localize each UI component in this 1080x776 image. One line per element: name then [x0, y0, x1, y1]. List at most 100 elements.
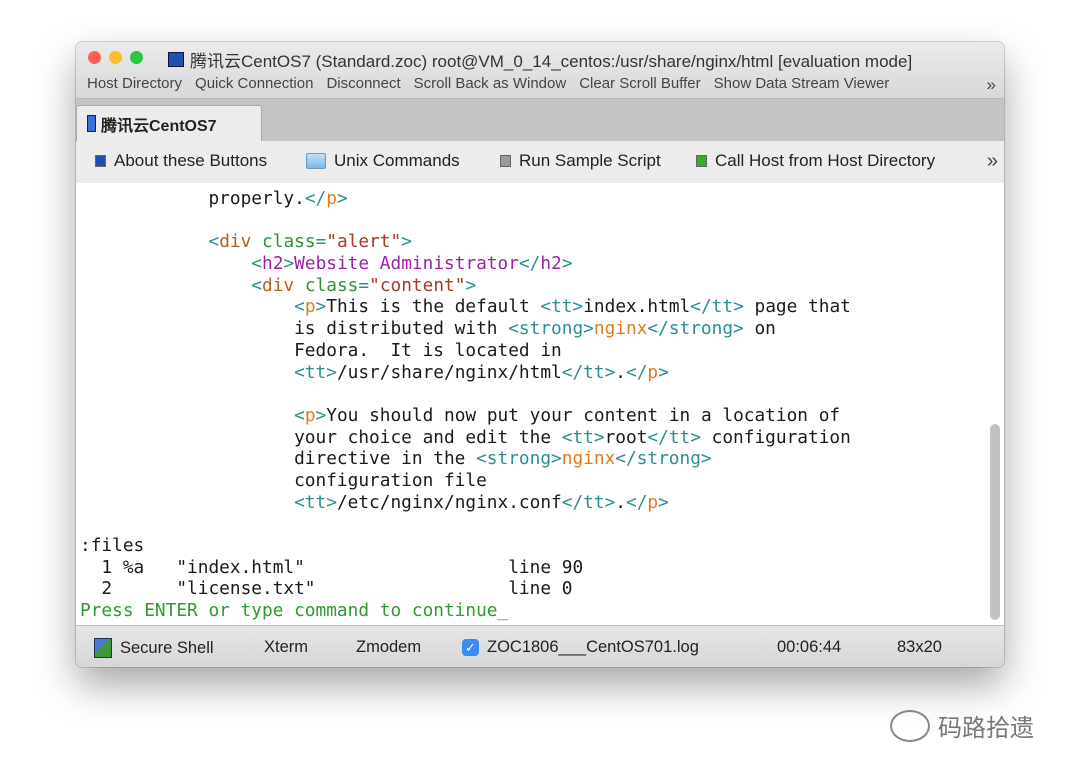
watermark-text: 码路拾遗	[938, 715, 1034, 742]
log-file-label: ZOC1806___CentOS701.log	[487, 638, 699, 656]
terminal-text-segment: </strong>	[647, 318, 744, 340]
close-button[interactable]	[88, 51, 101, 64]
terminal-text-segment: </	[626, 361, 648, 383]
terminal-text-segment: page that	[743, 296, 851, 318]
terminal-line: your choice and edit the <tt>root</tt> c…	[80, 427, 851, 449]
green-square-icon	[696, 155, 707, 167]
gray-square-icon	[500, 155, 511, 167]
terminal-text-segment: class	[304, 274, 359, 296]
window-title-text: 腾讯云CentOS7 (Standard.zoc) root@VM_0_14_c…	[190, 52, 913, 71]
terminal-text-segment: configuration	[700, 426, 851, 448]
terminal-text-segment: <	[208, 231, 220, 253]
terminal-text-segment: on	[743, 318, 776, 340]
terminal-screen[interactable]: properly.</p> <div class="alert"> <h2>We…	[76, 183, 1004, 625]
minimize-button[interactable]	[109, 51, 122, 64]
terminal-text-segment: .	[615, 361, 626, 383]
terminal-line: 2 "license.txt" line 0	[80, 578, 851, 600]
terminal-text-segment: <	[294, 404, 305, 426]
terminal-text-segment: p	[304, 296, 316, 318]
terminal-text-segment: </strong>	[615, 448, 712, 470]
terminal-text-segment: .	[615, 491, 626, 513]
checkbox-checked-icon[interactable]: ✓	[462, 639, 479, 656]
tab-label: 腾讯云CentOS7	[101, 117, 217, 135]
terminal-line: is distributed with <strong>nginx</stron…	[80, 318, 851, 340]
terminal-line: properly.</p>	[80, 188, 851, 210]
protocol-status[interactable]: Secure Shell	[94, 638, 214, 658]
tab-session[interactable]: 腾讯云CentOS7	[76, 105, 262, 141]
run-sample-script-button[interactable]: Run Sample Script	[500, 151, 661, 171]
watermark: 码路拾遗	[890, 708, 1034, 743]
terminal-text-segment: >	[401, 231, 412, 253]
terminal-text-segment: Fedora. It is located in	[80, 339, 562, 361]
emulation-status[interactable]: Xterm	[264, 638, 308, 657]
about-buttons-button[interactable]: About these Buttons	[95, 151, 267, 171]
scrollbar[interactable]	[989, 187, 1001, 621]
terminal-text-segment: </	[304, 188, 327, 209]
terminal-text-segment: <tt>	[294, 361, 337, 383]
session-icon	[87, 115, 96, 132]
menu-overflow-icon[interactable]: »	[987, 75, 996, 95]
terminal-text-segment: <	[294, 296, 305, 318]
terminal-output: properly.</p> <div class="alert"> <h2>We…	[80, 188, 851, 622]
terminal-text-segment: nginx	[593, 318, 648, 340]
terminal-text-segment: div	[262, 274, 295, 296]
terminal-text-segment: <	[251, 253, 263, 275]
terminal-text-segment: 1 %a "index.html" line 90	[80, 556, 584, 578]
logging-status[interactable]: ✓ ZOC1806___CentOS701.log	[462, 638, 699, 657]
terminal-line: configuration file	[80, 470, 851, 492]
terminal-text-segment: </tt>	[561, 491, 616, 513]
terminal-text-segment: </	[518, 253, 541, 275]
button-label: Call Host from Host Directory	[715, 151, 936, 170]
terminal-text-segment: <tt>	[294, 491, 337, 513]
terminal-text-segment: 2 "license.txt" line 0	[80, 578, 573, 600]
terminal-line: Press ENTER or type command to continue_	[80, 600, 851, 622]
terminal-text-segment: >	[315, 296, 327, 318]
terminal-line: :files	[80, 535, 851, 557]
menu-quick-connection[interactable]: Quick Connection	[195, 75, 313, 92]
wechat-icon	[890, 709, 930, 742]
button-label: Run Sample Script	[519, 151, 661, 170]
terminal-text-segment: <tt>	[540, 296, 584, 318]
title-bar: 腾讯云CentOS7 (Standard.zoc) root@VM_0_14_c…	[76, 42, 1004, 98]
button-label: About these Buttons	[114, 151, 268, 170]
scrollbar-thumb[interactable]	[990, 424, 1000, 620]
terminal-text-segment: >	[561, 253, 573, 275]
terminal-text-segment: p	[647, 491, 659, 513]
terminal-line: Fedora. It is located in	[80, 340, 851, 362]
terminal-text-segment: h2	[540, 253, 562, 275]
terminal-line: <p>This is the default <tt>index.html</t…	[80, 296, 851, 318]
protocol-label: Secure Shell	[120, 638, 214, 657]
terminal-text-segment: "content"	[369, 274, 466, 296]
menu-host-directory[interactable]: Host Directory	[87, 75, 182, 92]
menu-show-data-stream[interactable]: Show Data Stream Viewer	[714, 75, 890, 92]
elapsed-time: 00:06:44	[777, 638, 842, 656]
terminal-text-segment: <strong>	[476, 448, 562, 470]
terminal-line: <h2>Website Administrator</h2>	[80, 253, 851, 275]
status-bar: Secure Shell Xterm Zmodem ✓ ZOC1806___Ce…	[76, 625, 1004, 667]
terminal-text-segment: root	[604, 426, 648, 448]
menu-disconnect[interactable]: Disconnect	[326, 75, 400, 92]
buttons-overflow-icon[interactable]: »	[987, 150, 998, 173]
terminal-text-segment: >	[465, 274, 477, 296]
zoom-button[interactable]	[130, 51, 143, 64]
menu-clear-scroll-buffer[interactable]: Clear Scroll Buffer	[579, 75, 700, 92]
button-bar: About these Buttons Unix Commands Run Sa…	[76, 141, 1004, 185]
terminal-text-segment: <	[251, 274, 263, 296]
menu-scroll-back[interactable]: Scroll Back as Window	[414, 75, 567, 92]
call-host-button[interactable]: Call Host from Host Directory	[696, 151, 935, 171]
terminal-text-segment: =	[358, 274, 370, 296]
terminal-text-segment: is distributed with	[80, 318, 509, 340]
folder-icon	[306, 153, 326, 169]
terminal-text-segment: /etc/nginx/nginx.conf	[336, 491, 562, 513]
terminal-line: <tt>/usr/share/nginx/html</tt>.</p>	[80, 362, 851, 384]
transfer-status[interactable]: Zmodem	[356, 638, 421, 657]
terminal-line: 1 %a "index.html" line 90	[80, 557, 851, 579]
unix-commands-button[interactable]: Unix Commands	[306, 151, 460, 171]
window-title: 腾讯云CentOS7 (Standard.zoc) root@VM_0_14_c…	[168, 47, 912, 72]
app-icon	[168, 52, 184, 67]
